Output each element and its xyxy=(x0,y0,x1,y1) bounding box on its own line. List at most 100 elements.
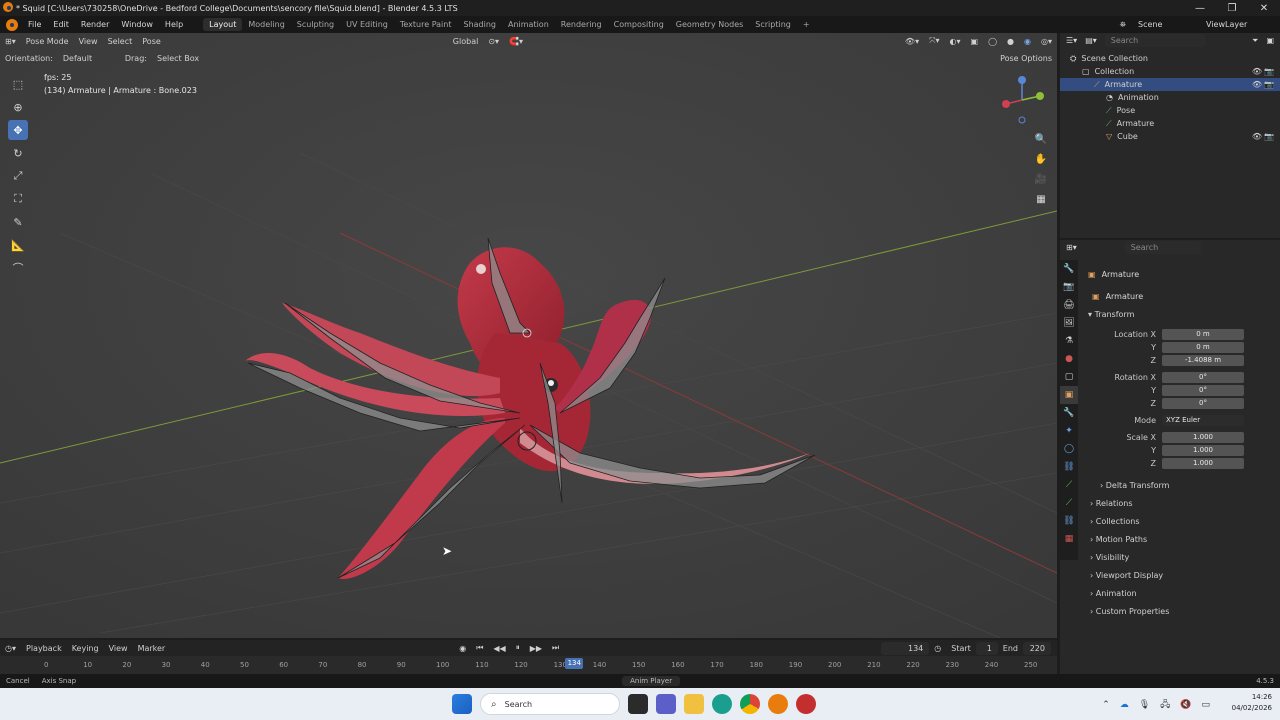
world-tab-icon[interactable]: ● xyxy=(1060,350,1078,368)
armature-data-tab-icon[interactable]: ⟋ xyxy=(1060,476,1078,494)
pan-hand-icon[interactable]: ✋ xyxy=(1034,150,1048,170)
menu-window[interactable]: Window xyxy=(115,20,159,29)
pivot-icon[interactable]: ⊙▾ xyxy=(483,37,504,46)
collection-tab-icon[interactable]: ▢ xyxy=(1060,368,1078,386)
location-x-field[interactable]: 0 m xyxy=(1162,329,1244,340)
properties-search[interactable]: Search xyxy=(1124,240,1201,254)
properties-editor-icon[interactable]: ⊞▾ xyxy=(1066,243,1077,252)
data-name-field[interactable]: Armature xyxy=(1106,292,1144,301)
preview-range-icon[interactable]: ◷ xyxy=(929,644,946,653)
outliner-item[interactable]: ⟋ Pose xyxy=(1060,104,1280,117)
menu-help[interactable]: Help xyxy=(159,20,189,29)
panel-section-header[interactable]: › Delta Transform xyxy=(1100,481,1169,490)
panel-section-header[interactable]: › Visibility xyxy=(1090,553,1129,562)
tab-rendering[interactable]: Rendering xyxy=(555,18,608,31)
visibility-eye-icon[interactable]: 👁 xyxy=(1252,80,1262,89)
tab-modeling[interactable]: Modeling xyxy=(242,18,290,31)
app-icon[interactable] xyxy=(796,694,816,714)
shading-rendered-icon[interactable]: ◎▾ xyxy=(1036,37,1057,46)
start-frame-field[interactable]: 1 xyxy=(975,641,998,655)
outliner-item[interactable]: ⟋ Armature xyxy=(1060,117,1280,130)
playhead-indicator[interactable]: 134 xyxy=(565,658,584,669)
panel-section-header[interactable]: › Relations xyxy=(1090,499,1133,508)
pose-options-button[interactable]: Pose Options xyxy=(995,54,1057,63)
outliner-item[interactable]: ⛭ Scene Collection xyxy=(1060,52,1280,65)
cloud-icon[interactable]: ☁ xyxy=(1120,700,1129,710)
scale-x-field[interactable]: 1.000 xyxy=(1162,432,1244,443)
file-explorer-icon[interactable] xyxy=(684,694,704,714)
tab-geometry-nodes[interactable]: Geometry Nodes xyxy=(670,18,749,31)
orientation-selector[interactable]: Default xyxy=(58,54,120,63)
timeline-ruler[interactable]: 0 10 20 30 40 50 60 70 80 90 100 110 120 130 140 150 160… xyxy=(0,656,1057,674)
object-name-field[interactable]: Armature xyxy=(1102,270,1140,279)
maximize-button[interactable]: ❐ xyxy=(1216,3,1248,14)
annotate-icon[interactable]: ✎ xyxy=(8,212,28,232)
scene-tab-icon[interactable]: ⚗ xyxy=(1060,332,1078,350)
drag-selector[interactable]: Select Box xyxy=(152,54,204,63)
task-view-icon[interactable] xyxy=(628,694,648,714)
rotation-x-field[interactable]: 0° xyxy=(1162,372,1244,383)
rotation-z-field[interactable]: 0° xyxy=(1162,398,1244,409)
mode-selector[interactable]: Pose Mode xyxy=(21,37,74,46)
particles-tab-icon[interactable]: ✦ xyxy=(1060,422,1078,440)
close-button[interactable]: ✕ xyxy=(1248,3,1280,14)
panel-section-header[interactable]: › Animation xyxy=(1090,589,1137,598)
move-icon[interactable]: ✥ xyxy=(8,120,28,140)
pause-icon[interactable]: ⏸ xyxy=(511,643,525,653)
gizmo-icon[interactable]: ⤧▾ xyxy=(924,36,944,46)
rotation-y-field[interactable]: 0° xyxy=(1162,385,1244,396)
jump-start-icon[interactable]: ⏮ xyxy=(471,643,488,653)
tab-shading[interactable]: Shading xyxy=(457,18,502,31)
scale-z-field[interactable]: 1.000 xyxy=(1162,458,1244,469)
transform-icon[interactable]: ⛶ xyxy=(8,189,28,209)
timeline-editor-icon[interactable]: ◷▾ xyxy=(0,644,21,653)
outliner-item[interactable]: ▢ Collection 👁 📷 xyxy=(1060,65,1280,78)
bone-tab-icon[interactable]: ⟋ xyxy=(1060,494,1078,512)
grid-view-icon[interactable]: ▦ xyxy=(1034,190,1048,210)
tab-compositing[interactable]: Compositing xyxy=(608,18,670,31)
outliner-item[interactable]: ▽ Cube 👁 📷 xyxy=(1060,130,1280,143)
shading-material-icon[interactable]: ◉ xyxy=(1019,37,1036,46)
menu-timeline-view[interactable]: View xyxy=(104,644,133,653)
current-frame-field[interactable]: 134 xyxy=(881,641,930,655)
teams-icon[interactable] xyxy=(656,694,676,714)
select-box-icon[interactable]: ⬚ xyxy=(8,74,28,94)
cursor-icon[interactable]: ⊕ xyxy=(8,97,28,117)
panel-section-header[interactable]: › Collections xyxy=(1090,517,1140,526)
panel-section-header[interactable]: › Custom Properties xyxy=(1090,607,1169,616)
tab-sculpting[interactable]: Sculpting xyxy=(291,18,340,31)
pose-tool-icon[interactable]: ⌒ xyxy=(8,258,28,278)
snap-icon[interactable]: 🧲▾ xyxy=(504,37,528,46)
outliner-search[interactable]: Search xyxy=(1104,34,1205,47)
editor-type-icon[interactable]: ⊞▾ xyxy=(0,37,21,46)
menu-render[interactable]: Render xyxy=(75,20,115,29)
battery-icon[interactable]: ▭ xyxy=(1201,700,1210,710)
view-layer-tab-icon[interactable]: 🖼 xyxy=(1060,314,1078,332)
visibility-eye-icon[interactable]: 👁 xyxy=(1252,67,1262,76)
zoom-icon[interactable]: 🔍 xyxy=(1034,130,1048,150)
menu-view[interactable]: View xyxy=(74,37,103,46)
tab-uv-editing[interactable]: UV Editing xyxy=(340,18,394,31)
transform-panel-header[interactable]: ▾ Transform xyxy=(1088,310,1134,319)
tab-scripting[interactable]: Scripting xyxy=(749,18,797,31)
taskbar-search[interactable]: ⌕ Search xyxy=(480,693,620,715)
mic-icon[interactable]: 🎙 xyxy=(1139,700,1150,710)
menu-keying[interactable]: Keying xyxy=(67,644,104,653)
tab-animation[interactable]: Animation xyxy=(502,18,555,31)
visibility-eye-icon[interactable]: 👁 xyxy=(1252,132,1262,141)
filter-icon[interactable]: ⏷ xyxy=(1252,36,1258,46)
scale-y-field[interactable]: 1.000 xyxy=(1162,445,1244,456)
view-layer-selector[interactable]: ViewLayer xyxy=(1200,20,1280,29)
tab-texture-paint[interactable]: Texture Paint xyxy=(394,18,458,31)
xray-icon[interactable]: ▣ xyxy=(966,37,984,46)
physics-tab-icon[interactable]: ◯ xyxy=(1060,440,1078,458)
display-mode-icon[interactable]: ▤▾ xyxy=(1085,36,1097,45)
start-icon[interactable] xyxy=(452,694,472,714)
camera-view-icon[interactable]: 🎥 xyxy=(1034,170,1048,190)
edge-icon[interactable] xyxy=(712,694,732,714)
scene-selector[interactable]: Scene xyxy=(1132,20,1200,29)
status-anim-player[interactable]: Anim Player xyxy=(622,676,681,686)
chevron-up-icon[interactable]: ⌃ xyxy=(1102,700,1110,710)
location-y-field[interactable]: 0 m xyxy=(1162,342,1244,353)
end-frame-field[interactable]: 220 xyxy=(1023,641,1051,655)
